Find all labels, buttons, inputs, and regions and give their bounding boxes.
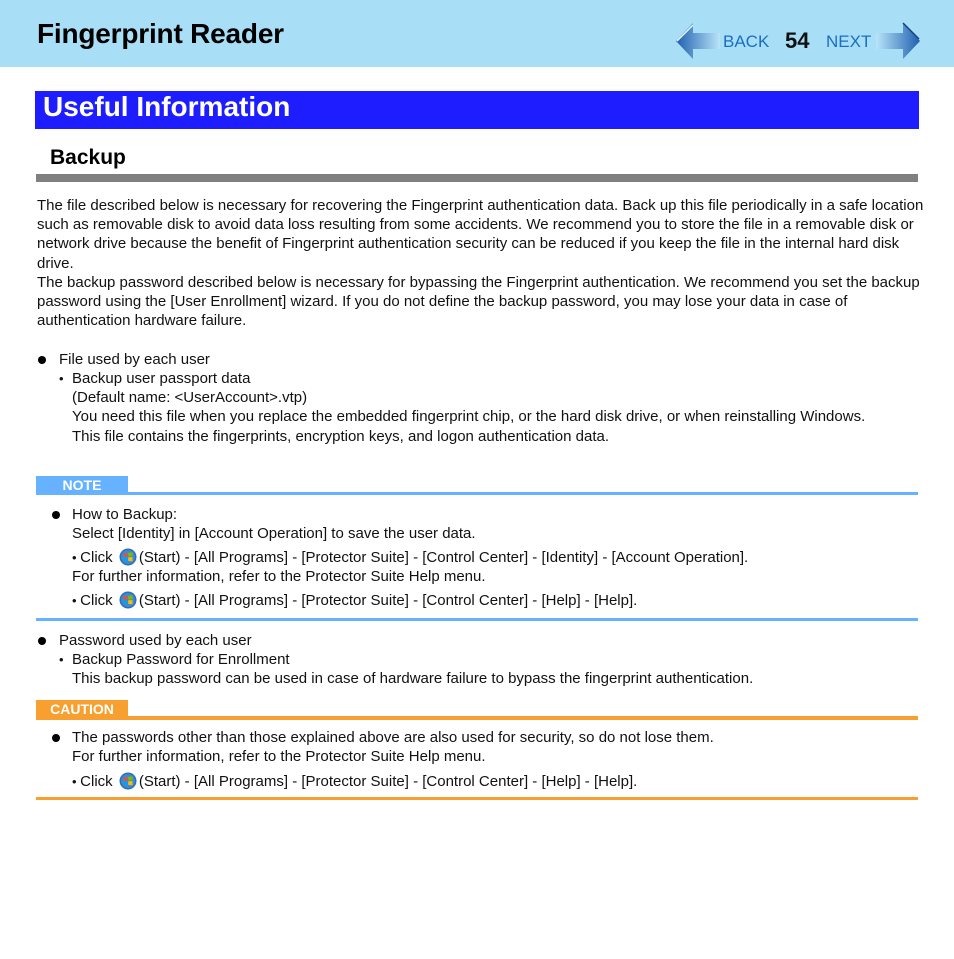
sub-bullet-icon: • <box>59 652 64 667</box>
step-suffix: (Start) - [All Programs] - [Protector Su… <box>138 773 638 790</box>
windows-start-icon <box>119 591 137 609</box>
step-suffix: (Start) - [All Programs] - [Protector Su… <box>138 592 638 609</box>
right-arrow-icon[interactable] <box>876 22 920 60</box>
bullet-icon <box>52 734 60 742</box>
step-prefix: Click <box>80 592 113 609</box>
caution-step: • Click (Start) - [All Programs] - [Prot… <box>72 772 637 791</box>
intro-paragraph-2: The backup password described below is n… <box>37 274 920 330</box>
file-line: You need this file when you replace the … <box>72 408 866 425</box>
bullet-icon <box>38 356 46 364</box>
file-line: (Default name: <UserAccount>.vtp) <box>72 389 308 406</box>
file-line: This file contains the fingerprints, enc… <box>72 428 609 445</box>
note-bullet: How to Backup: <box>72 506 178 523</box>
sub-bullet-icon: • <box>72 774 81 789</box>
bullet-icon <box>52 511 60 519</box>
subsection-divider <box>36 174 918 182</box>
caution-bullet: The passwords other than those explained… <box>72 729 714 746</box>
step-suffix: (Start) - [All Programs] - [Protector Su… <box>138 549 749 566</box>
windows-start-icon <box>119 772 137 790</box>
intro-paragraph-1: The file described below is necessary fo… <box>37 197 924 272</box>
file-bullet: File used by each user <box>59 351 210 368</box>
password-line: This backup password can be used in case… <box>72 670 754 687</box>
note-bottom-rule <box>36 618 918 621</box>
sub-bullet-icon: • <box>59 371 64 386</box>
page-title: Fingerprint Reader <box>37 18 284 49</box>
caution-bottom-rule <box>36 797 918 800</box>
note-step-2: • Click (Start) - [All Programs] - [Prot… <box>72 591 637 610</box>
next-link[interactable]: NEXT <box>826 32 871 52</box>
caution-top-rule <box>36 716 918 720</box>
windows-start-icon <box>119 548 137 566</box>
step-prefix: Click <box>80 773 113 790</box>
section-title: Useful Information <box>43 91 291 122</box>
sub-bullet-icon: • <box>72 593 81 608</box>
note-top-rule <box>36 492 918 495</box>
sub-bullet-icon: • <box>72 550 81 565</box>
subsection-title: Backup <box>50 146 126 169</box>
note-step-1: • Click (Start) - [All Programs] - [Prot… <box>72 548 748 567</box>
section-banner: Useful Information <box>35 91 919 129</box>
note-further-info: For further information, refer to the Pr… <box>72 568 486 585</box>
back-link[interactable]: BACK <box>723 32 769 52</box>
page-header: Fingerprint Reader BACK 54 NEXT <box>0 0 954 67</box>
caution-further-info: For further information, refer to the Pr… <box>72 748 486 765</box>
step-prefix: Click <box>80 549 113 566</box>
file-sub-bullet: Backup user passport data <box>72 370 251 387</box>
left-arrow-icon[interactable] <box>676 22 720 60</box>
page-number: 54 <box>785 28 810 53</box>
bullet-icon <box>38 637 46 645</box>
note-line: Select [Identity] in [Account Operation]… <box>72 525 476 542</box>
password-sub-bullet: Backup Password for Enrollment <box>72 651 290 668</box>
password-bullet: Password used by each user <box>59 632 252 649</box>
